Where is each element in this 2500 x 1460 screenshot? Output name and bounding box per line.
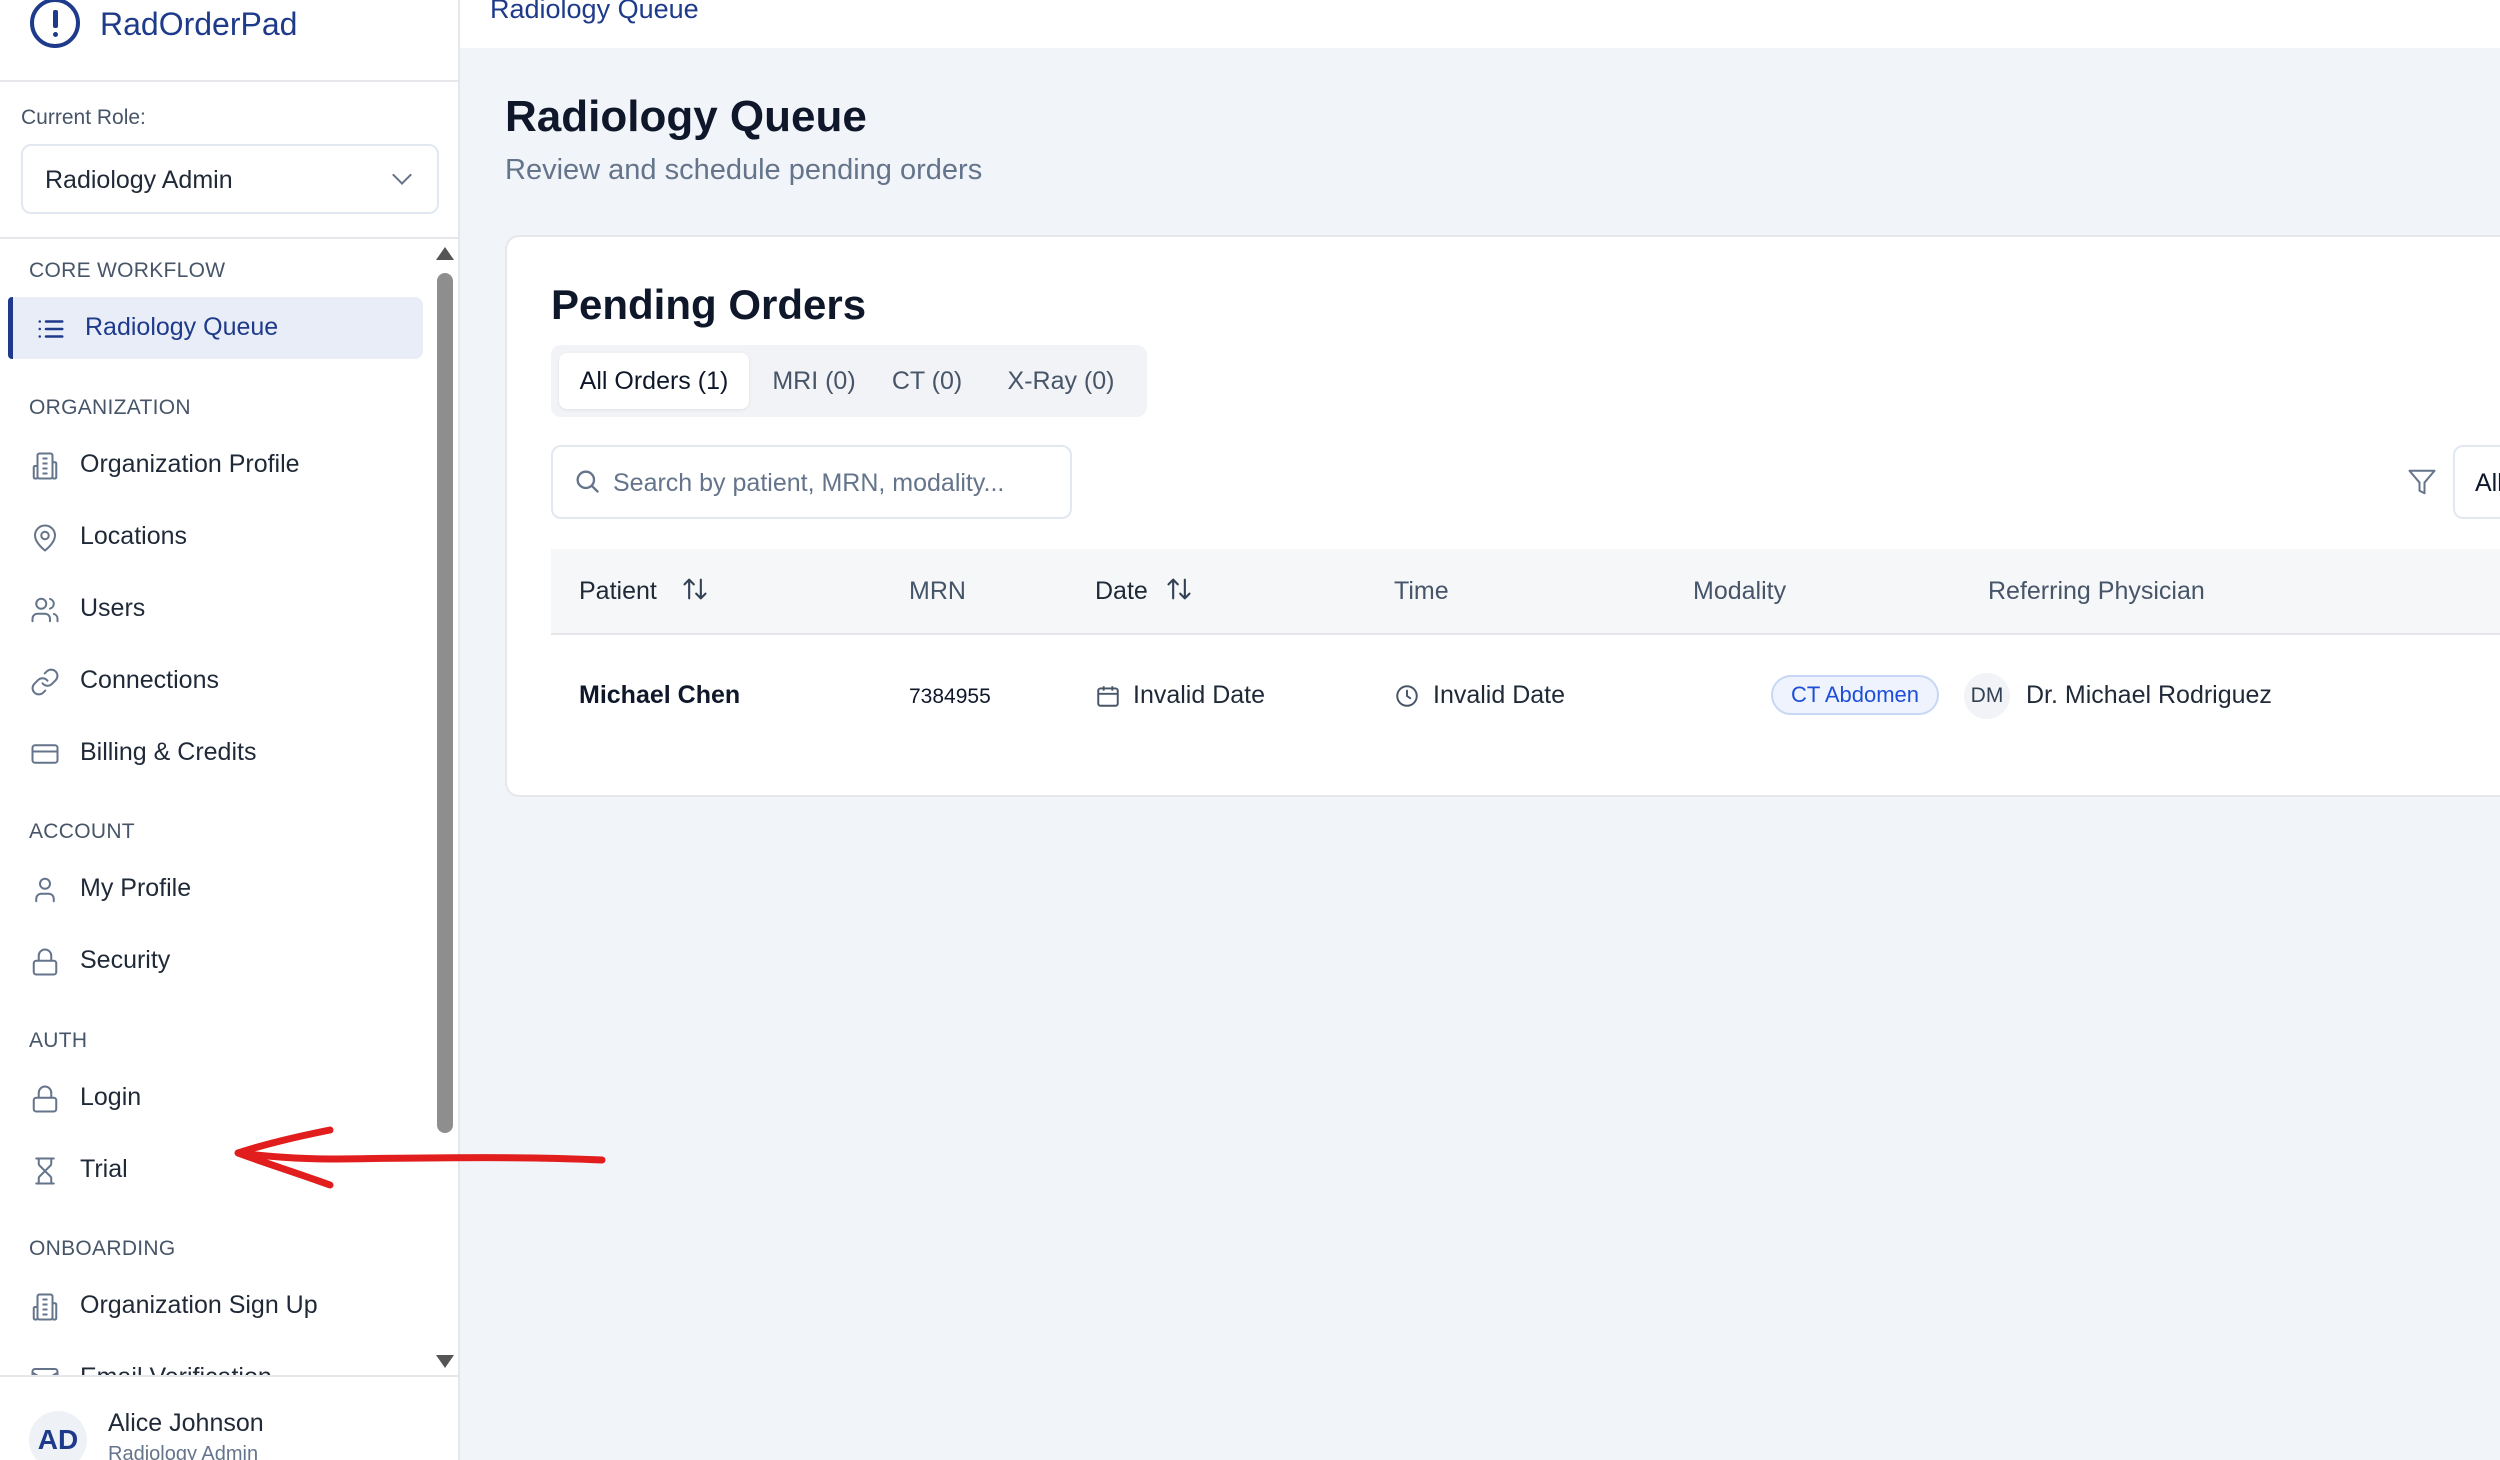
sidebar-item-label: Locations [80, 522, 188, 550]
lock-icon [32, 948, 58, 976]
filter-icon [2408, 469, 2436, 495]
sidebar-item-label: Login [80, 1083, 142, 1111]
list-icon [38, 320, 64, 338]
sidebar-item-email-verification[interactable]: Email Verification [8, 1347, 423, 1375]
credit-card-icon [31, 744, 59, 764]
sidebar-item-label: Organization Sign Up [80, 1291, 318, 1319]
column-header-time: Time [1394, 577, 1449, 605]
sort-icon[interactable] [1165, 573, 1193, 605]
tab-all-orders[interactable]: All Orders (1) [559, 353, 749, 409]
sidebar-item-radiology-queue[interactable]: Radiology Queue [8, 297, 423, 359]
sidebar-item-my-profile[interactable]: My Profile [8, 858, 423, 920]
sidebar-item-organization-sign-up[interactable]: Organization Sign Up [8, 1275, 423, 1337]
role-label: Current Role: [21, 106, 146, 129]
filter-select-value: All [2475, 469, 2500, 497]
lock-icon [32, 1085, 58, 1113]
patient-name: Michael Chen [579, 681, 741, 709]
card-title: Pending Orders [551, 281, 867, 328]
sort-icon[interactable] [681, 573, 709, 605]
sidebar-item-login[interactable]: Login [8, 1067, 423, 1129]
tab-ct[interactable]: CT (0) [877, 353, 977, 409]
sidebar-item-label: Trial [80, 1155, 128, 1183]
users-icon [31, 597, 59, 623]
user-name: Alice Johnson [108, 1409, 264, 1437]
chevron-down-icon [392, 165, 412, 185]
pending-orders-card: Pending Orders All Orders (1) MRI (0) CT… [505, 235, 2500, 797]
search-box[interactable] [551, 445, 1072, 519]
page-subtitle: Review and schedule pending orders [505, 154, 983, 186]
user-role: Radiology Admin [108, 1443, 259, 1460]
column-header-referring-physician: Referring Physician [1988, 577, 2205, 605]
clock-icon [1396, 685, 1418, 707]
app-name: RadOrderPad [100, 6, 298, 42]
time-value: Invalid Date [1433, 681, 1566, 709]
modality-tabs: All Orders (1) MRI (0) CT (0) X-Ray (0) [551, 345, 1147, 417]
table-header: Patient MRN Date Time Modality Referring… [551, 549, 2500, 635]
mail-icon [31, 1368, 59, 1375]
sidebar: RadOrderPad Current Role: Radiology Admi… [0, 0, 460, 1460]
scroll-down-arrow-icon[interactable] [436, 1355, 454, 1368]
calendar-icon [1097, 686, 1119, 707]
section-core-workflow: CORE WORKFLOW [29, 259, 226, 282]
sidebar-scrollbar[interactable] [434, 243, 454, 1375]
column-header-mrn: MRN [909, 577, 966, 605]
sidebar-item-billing-credits[interactable]: Billing & Credits [8, 722, 423, 784]
sidebar-item-label: My Profile [80, 874, 192, 902]
mrn-value: 7384955 [909, 685, 991, 708]
section-account: ACCOUNT [29, 820, 135, 843]
map-pin-icon [33, 524, 57, 552]
user-icon [35, 877, 55, 903]
sidebar-item-label: Email Verification [80, 1363, 272, 1375]
sidebar-item-locations[interactable]: Locations [8, 506, 423, 568]
section-auth: AUTH [29, 1029, 88, 1052]
section-organization: ORGANIZATION [29, 396, 191, 419]
sidebar-item-label: Connections [80, 666, 219, 694]
alert-circle-icon [30, 0, 80, 48]
sidebar-item-trial[interactable]: Trial [8, 1139, 423, 1201]
search-icon [576, 470, 599, 493]
hourglass-icon [35, 1157, 55, 1185]
physician-avatar: DM [1964, 673, 2010, 719]
breadcrumb: Radiology Queue [490, 0, 699, 24]
search-input[interactable] [613, 465, 1053, 501]
avatar: AD [29, 1411, 87, 1460]
sidebar-item-label: Security [80, 946, 171, 974]
column-header-patient[interactable]: Patient [579, 577, 657, 606]
sidebar-item-label: Users [80, 594, 146, 622]
building-icon [32, 452, 58, 480]
role-select-value: Radiology Admin [45, 166, 233, 194]
date-value: Invalid Date [1133, 681, 1266, 709]
tab-x-ray[interactable]: X-Ray (0) [983, 353, 1139, 409]
link-icon [31, 668, 59, 696]
building-icon [32, 1293, 58, 1321]
column-header-modality: Modality [1693, 577, 1787, 605]
table-row[interactable]: Michael Chen 7384955 Invalid Date Invali… [551, 635, 2500, 759]
user-footer[interactable]: AD Alice Johnson Radiology Admin [0, 1375, 458, 1460]
tab-mri[interactable]: MRI (0) [757, 353, 871, 409]
sidebar-item-label: Billing & Credits [80, 738, 257, 766]
scroll-up-arrow-icon[interactable] [436, 247, 454, 260]
brand-header: RadOrderPad [0, 0, 458, 82]
sidebar-item-users[interactable]: Users [8, 578, 423, 640]
sidebar-item-security[interactable]: Security [8, 930, 423, 992]
top-bar: Radiology Queue [460, 0, 2500, 48]
sidebar-item-organization-profile[interactable]: Organization Profile [8, 434, 423, 496]
scrollbar-thumb[interactable] [437, 273, 453, 1133]
column-header-date[interactable]: Date [1095, 577, 1148, 606]
status-filter-select[interactable]: All [2453, 445, 2500, 519]
sidebar-item-connections[interactable]: Connections [8, 650, 423, 712]
sidebar-item-label: Organization Profile [80, 450, 300, 478]
physician-name: Dr. Michael Rodriguez [2026, 681, 2272, 709]
sidebar-item-label: Radiology Queue [85, 313, 279, 341]
section-onboarding: ONBOARDING [29, 1237, 176, 1260]
sidebar-nav: CORE WORKFLOW Radiology Queue ORGANIZATI… [0, 239, 430, 1375]
page-title: Radiology Queue [505, 92, 867, 141]
modality-badge: CT Abdomen [1771, 675, 1940, 715]
role-select[interactable]: Radiology Admin [21, 144, 439, 214]
